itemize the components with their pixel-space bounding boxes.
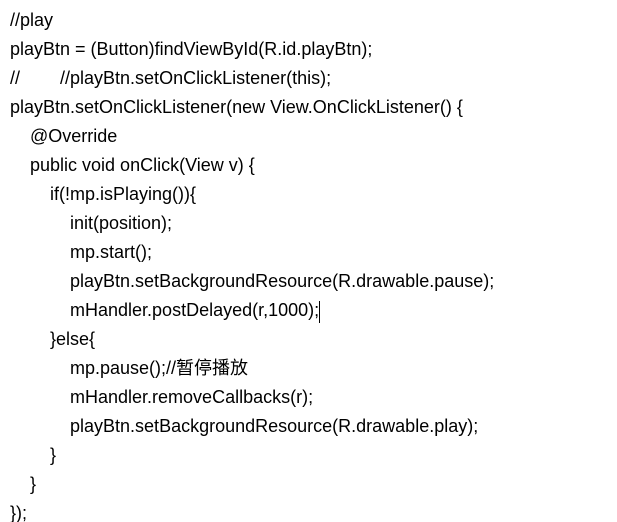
code-line: playBtn.setBackgroundResource(R.drawable…: [10, 412, 607, 441]
code-line: @Override: [10, 122, 607, 151]
code-line: mp.pause();//暂停播放: [10, 354, 607, 383]
code-line-caret: mHandler.postDelayed(r,1000);: [10, 296, 607, 325]
code-block: //playplayBtn = (Button)findViewById(R.i…: [0, 0, 617, 522]
code-line: playBtn = (Button)findViewById(R.id.play…: [10, 35, 607, 64]
code-line: playBtn.setBackgroundResource(R.drawable…: [10, 267, 607, 296]
code-line: }: [10, 470, 607, 499]
code-text: mHandler.postDelayed(r,1000);: [10, 300, 319, 320]
code-line: }: [10, 441, 607, 470]
code-line: init(position);: [10, 209, 607, 238]
code-line: });: [10, 499, 607, 522]
code-line: mHandler.removeCallbacks(r);: [10, 383, 607, 412]
code-line: if(!mp.isPlaying()){: [10, 180, 607, 209]
code-line: playBtn.setOnClickListener(new View.OnCl…: [10, 93, 607, 122]
text-caret: [319, 301, 320, 323]
code-line: // //playBtn.setOnClickListener(this);: [10, 64, 607, 93]
code-line: public void onClick(View v) {: [10, 151, 607, 180]
code-line: mp.start();: [10, 238, 607, 267]
code-line: //play: [10, 6, 607, 35]
code-line: }else{: [10, 325, 607, 354]
